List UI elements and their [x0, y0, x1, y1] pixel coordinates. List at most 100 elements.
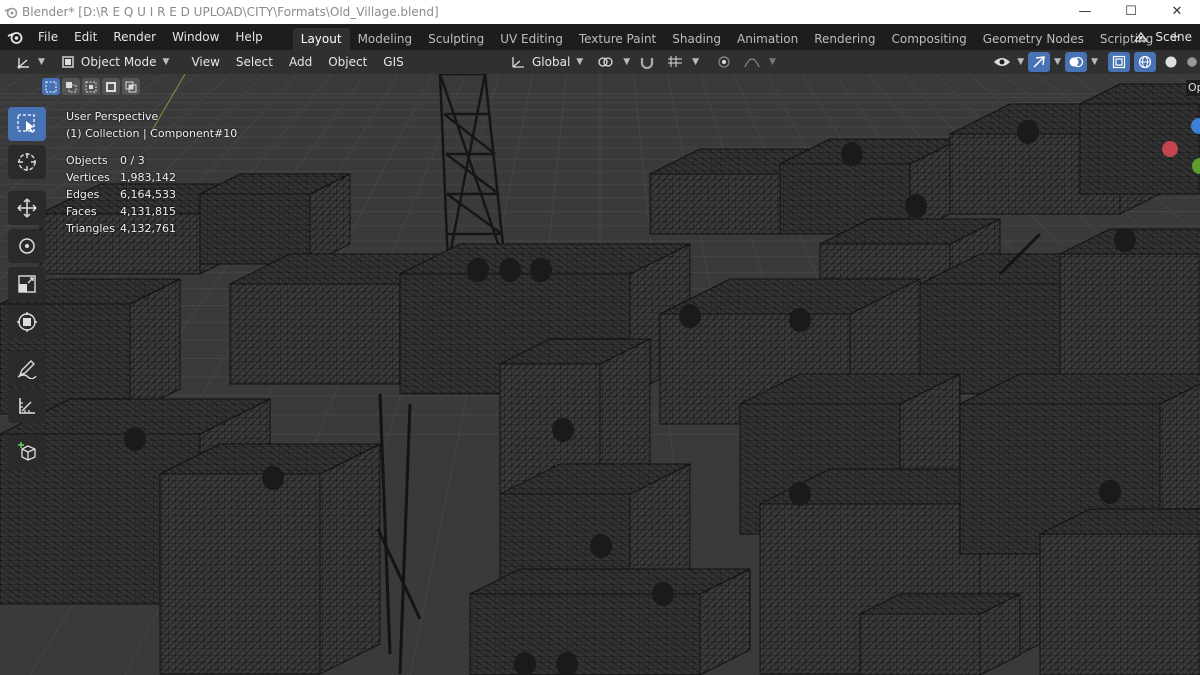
blender-menu-icon[interactable] [0, 24, 30, 50]
tab-rendering[interactable]: Rendering [806, 28, 883, 50]
gizmo-icon [1033, 56, 1046, 68]
tab-modeling[interactable]: Modeling [350, 28, 421, 50]
scene-statistics: Objects 0 / 3 Vertices 1,983,142 Edges 6,164,… [66, 152, 176, 237]
cursor-tool[interactable] [8, 145, 46, 179]
viewport-menu-add[interactable]: Add [281, 50, 320, 74]
tab-texture-paint[interactable]: Texture Paint [571, 28, 664, 50]
wireframe-shading-button[interactable] [1134, 52, 1156, 72]
pivot-point-button[interactable] [595, 52, 617, 72]
gizmo-z-axis[interactable] [1191, 118, 1200, 134]
stat-key: Objects [66, 154, 108, 167]
tab-animation[interactable]: Animation [729, 28, 806, 50]
magnet-icon [641, 58, 654, 69]
select-intersect-button[interactable] [122, 78, 140, 95]
stat-value: 1,983,142 [120, 171, 176, 184]
stat-row: Vertices 1,983,142 [66, 169, 176, 186]
viewport-menu-select[interactable]: Select [228, 50, 281, 74]
chevron-down-icon: ▼ [1054, 57, 1062, 67]
menu-window[interactable]: Window [164, 24, 227, 50]
stat-row: Objects 0 / 3 [66, 152, 176, 169]
orientation-icon [512, 57, 524, 68]
chevron-down-icon: ▼ [38, 57, 45, 67]
stat-value: 4,132,761 [120, 222, 176, 235]
tab-sculpting[interactable]: Sculpting [420, 28, 492, 50]
select-extend-button[interactable] [62, 78, 80, 95]
stat-key: Vertices [66, 171, 110, 184]
tab-compositing[interactable]: Compositing [883, 28, 974, 50]
maximize-button[interactable]: ☐ [1108, 0, 1154, 24]
move-icon [17, 198, 37, 218]
menu-edit[interactable]: Edit [66, 24, 105, 50]
pivot-icon [598, 57, 613, 67]
annotate-tool[interactable] [8, 351, 46, 385]
chevron-down-icon: ▼ [1091, 57, 1098, 67]
select-new-icon [45, 81, 57, 92]
window-titlebar: Blender* [D:\R E Q U I R E D UPLOAD\CITY… [0, 0, 1200, 24]
xray-toggle-button[interactable] [1108, 52, 1130, 72]
stat-key: Edges [66, 188, 100, 201]
viewport-menu-gis[interactable]: GIS [375, 50, 411, 74]
main-menu: File Edit Render Window Help [30, 24, 271, 50]
minimize-button[interactable]: — [1062, 0, 1108, 24]
wireframe-sphere-icon [1138, 55, 1152, 69]
viewport-menu-object[interactable]: Object [320, 50, 375, 74]
select-invert-button[interactable] [102, 78, 120, 95]
menu-render[interactable]: Render [105, 24, 164, 50]
viewport-stats-overlay: User Perspective (1) Collection | Compon… [66, 108, 237, 237]
tab-geometry-nodes[interactable]: Geometry Nodes [975, 28, 1092, 50]
viewport-menus: View Select Add Object GIS [183, 50, 411, 74]
scene-selector[interactable]: Scene [1133, 24, 1200, 50]
material-shading-button[interactable] [1186, 52, 1198, 72]
cursor-icon [18, 153, 36, 171]
transform-tool[interactable] [8, 305, 46, 339]
collection-label: (1) Collection | Component#10 [66, 127, 238, 140]
scene-icon [1134, 31, 1149, 42]
tool-shelf [8, 107, 48, 469]
visibility-button[interactable] [991, 52, 1013, 72]
snap-target-button[interactable] [664, 52, 686, 72]
material-sphere-icon [1187, 57, 1197, 67]
scale-tool[interactable] [8, 267, 46, 301]
select-box-icon [17, 114, 35, 133]
proportional-icon [718, 56, 730, 68]
gizmo-x-axis[interactable] [1162, 141, 1178, 157]
chevron-down-icon: ▼ [769, 57, 776, 67]
mode-dropdown[interactable]: Object Mode ▼ [55, 52, 176, 72]
add-cube-tool[interactable] [8, 435, 46, 469]
overlays-toggle-button[interactable] [1065, 52, 1088, 72]
menu-help[interactable]: Help [227, 24, 270, 50]
snap-toggle-button[interactable] [636, 52, 658, 72]
chevron-down-icon: ▼ [692, 57, 700, 67]
pencil-icon [17, 360, 37, 379]
chevron-down-icon: ▼ [576, 57, 584, 67]
solid-shading-button[interactable] [1160, 52, 1182, 72]
selection-mode-buttons [42, 78, 140, 95]
measure-tool[interactable] [8, 389, 46, 423]
tab-layout[interactable]: Layout [292, 28, 350, 50]
chevron-down-icon: ▼ [162, 57, 170, 67]
proportional-edit-button[interactable] [713, 52, 735, 72]
stat-row: Edges 6,164,533 [66, 186, 176, 203]
xray-icon [1112, 55, 1126, 69]
move-tool[interactable] [8, 191, 46, 225]
menu-file[interactable]: File [30, 24, 66, 50]
perspective-label: User Perspective [66, 110, 159, 123]
gizmo-toggle-button[interactable] [1028, 52, 1051, 72]
select-invert-icon [106, 81, 116, 92]
select-box-tool[interactable] [8, 107, 46, 141]
tab-shading[interactable]: Shading [664, 28, 729, 50]
blender-logo-icon [0, 0, 22, 24]
add-cube-icon [18, 442, 36, 461]
stat-value: 4,131,815 [120, 205, 176, 218]
viewport-menu-view[interactable]: View [183, 50, 227, 74]
select-new-button[interactable] [42, 78, 60, 95]
tab-uv-editing[interactable]: UV Editing [492, 28, 571, 50]
rotate-tool[interactable] [8, 229, 46, 263]
falloff-curve-icon [744, 58, 760, 68]
editor-type-dropdown[interactable]: ▼ [10, 52, 51, 72]
transform-orientation-dropdown[interactable]: Global ▼ [504, 52, 589, 72]
select-subtract-button[interactable] [82, 78, 100, 95]
operator-panel-tab[interactable]: Op [1186, 80, 1200, 96]
close-button[interactable]: ✕ [1154, 0, 1200, 24]
falloff-button[interactable] [741, 52, 763, 72]
